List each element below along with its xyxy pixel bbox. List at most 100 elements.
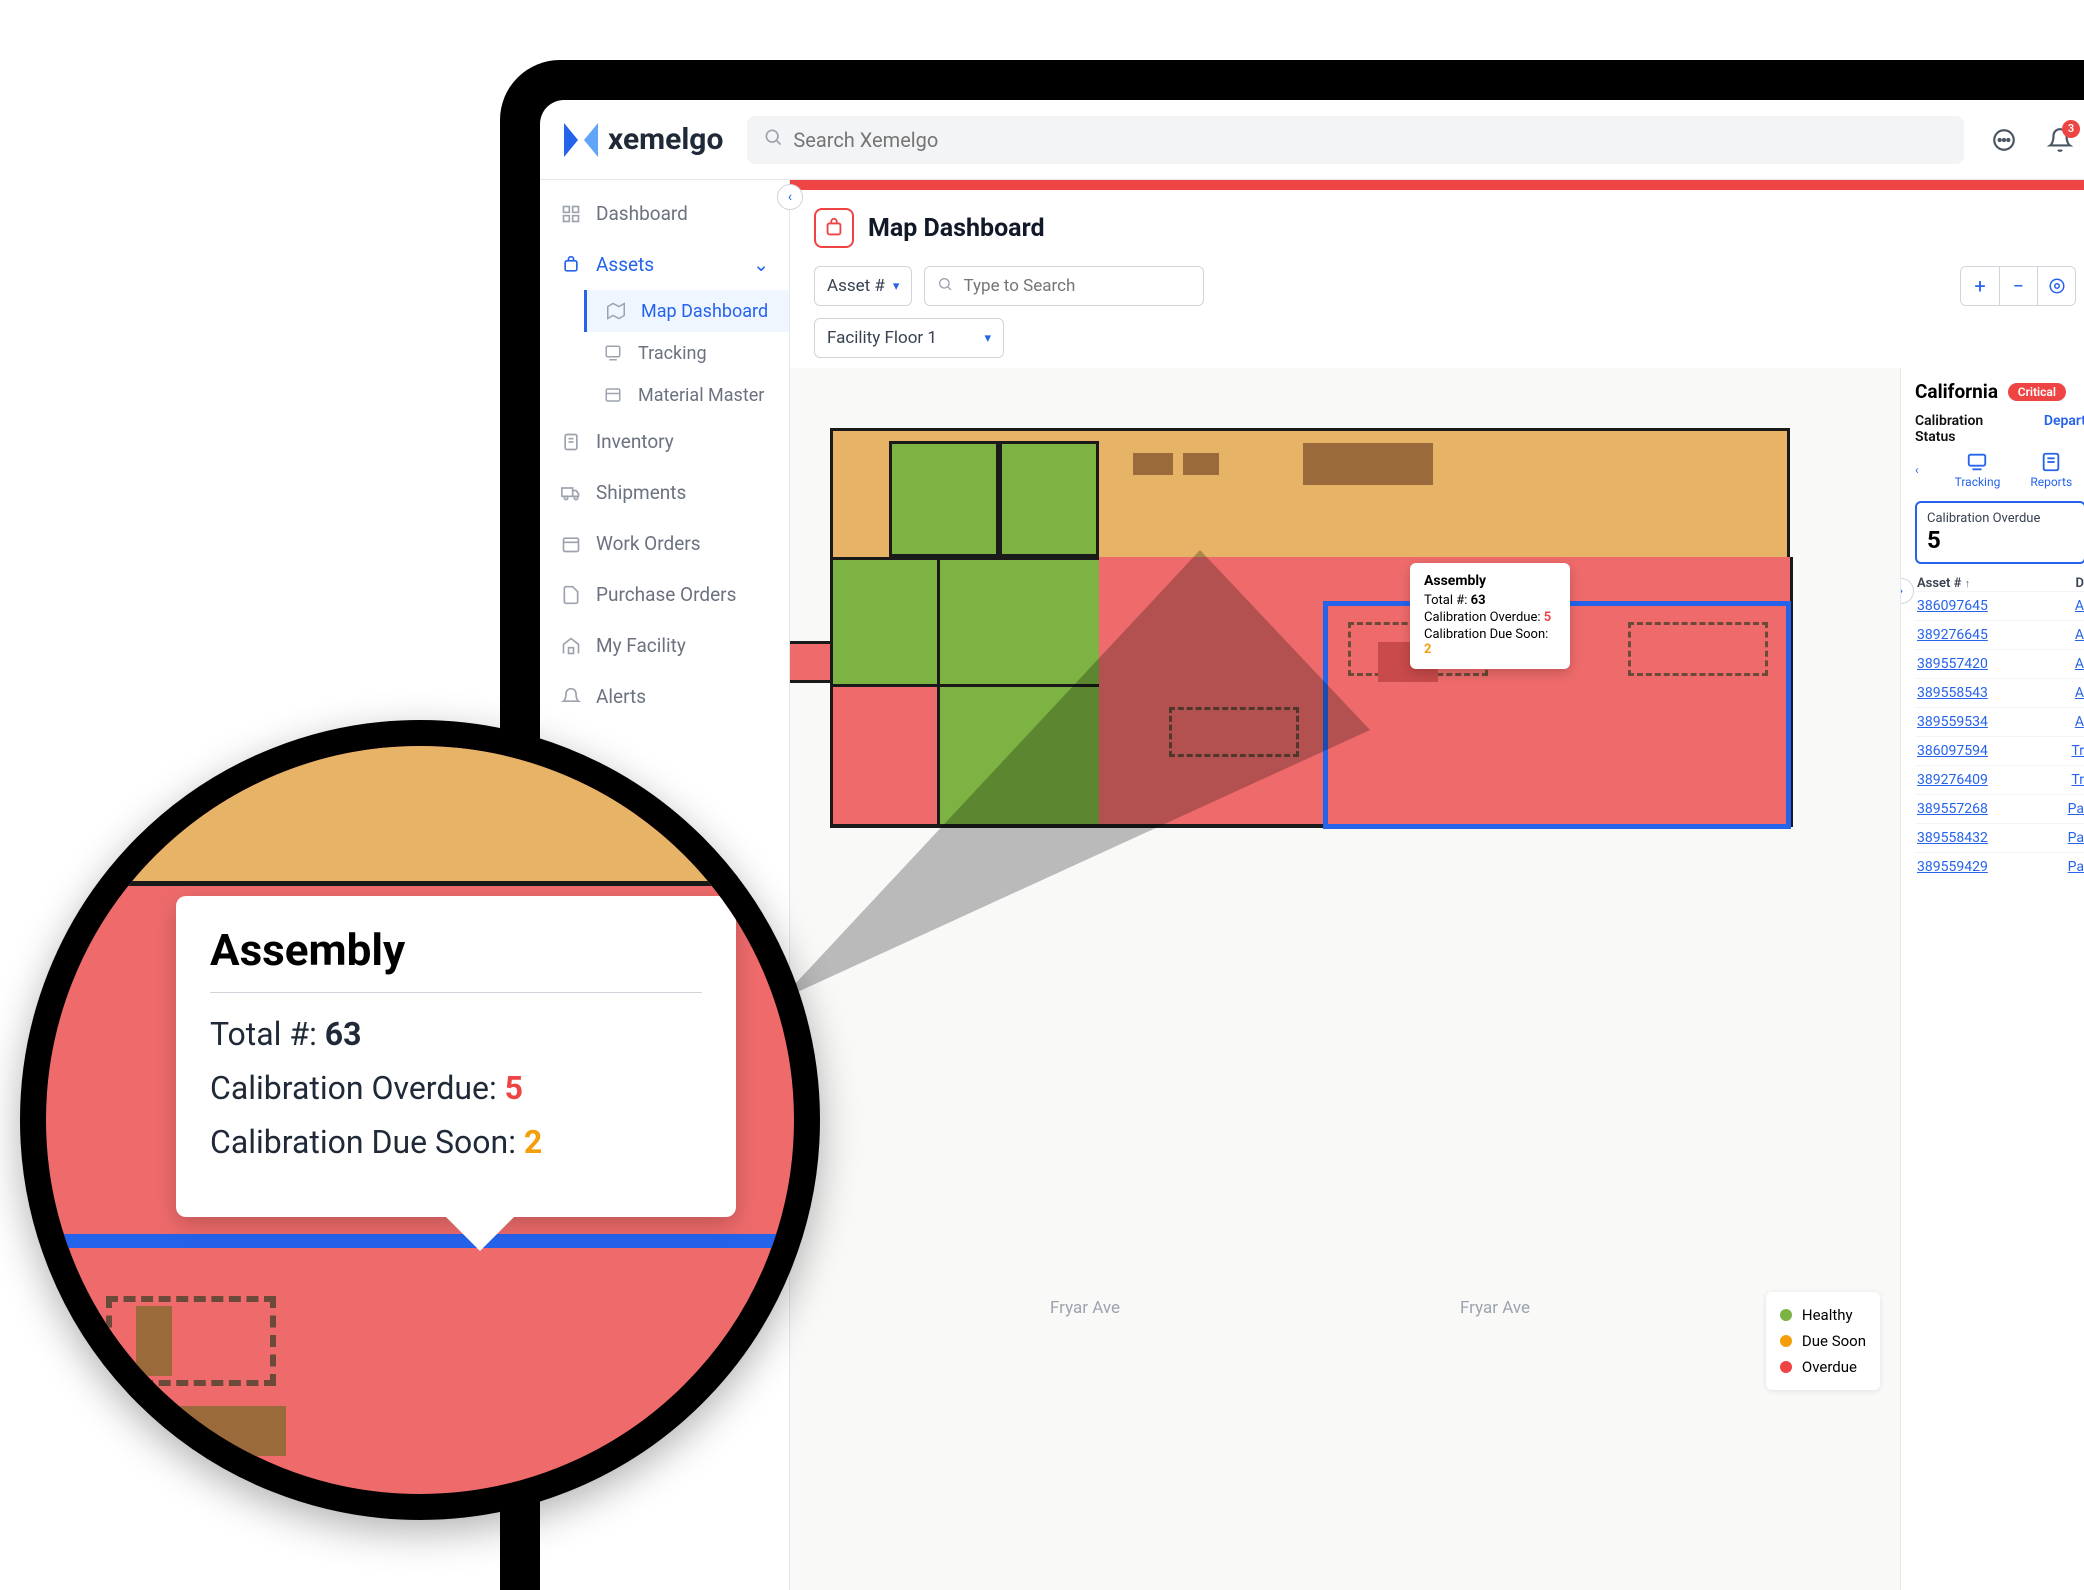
asset-table-row: 386097594 Tr bbox=[1915, 736, 2084, 765]
overdue-card[interactable]: Calibration Overdue 5 bbox=[1915, 501, 2084, 564]
chat-icon[interactable] bbox=[1988, 124, 2020, 156]
legend-dot-healthy bbox=[1780, 1309, 1792, 1321]
status-badge: Critical bbox=[2008, 383, 2066, 401]
recenter-button[interactable] bbox=[2037, 267, 2075, 305]
collapse-panel-button[interactable]: › bbox=[1900, 578, 1914, 604]
sidebar-item-material-master[interactable]: Material Master bbox=[584, 374, 789, 416]
asset-link[interactable]: 389276645 bbox=[1917, 627, 1988, 643]
equipment-marker bbox=[1133, 453, 1173, 475]
tooltip-title: Assembly bbox=[1424, 573, 1556, 589]
magnifier-callout: Assembly Total #: 63 Calibration Overdue… bbox=[20, 720, 820, 1520]
sidebar-item-shipments[interactable]: Shipments bbox=[540, 467, 789, 518]
asset-table-row: 389276409 Tr bbox=[1915, 765, 2084, 794]
sidebar-item-my-facility[interactable]: My Facility bbox=[540, 620, 789, 671]
zoom-out-button[interactable]: − bbox=[1999, 267, 2037, 305]
legend-due-soon: Due Soon bbox=[1780, 1328, 1866, 1354]
asset-d-value[interactable]: A bbox=[2075, 598, 2084, 614]
sidebar-item-purchase-orders[interactable]: Purchase Orders bbox=[540, 569, 789, 620]
asset-d-value[interactable]: A bbox=[2075, 627, 2084, 643]
material-icon bbox=[602, 384, 624, 406]
sidebar-item-inventory[interactable]: Inventory bbox=[540, 416, 789, 467]
card-label: Calibration Overdue bbox=[1927, 511, 2074, 526]
asset-link[interactable]: 389559534 bbox=[1917, 714, 1988, 730]
sidebar-item-work-orders[interactable]: Work Orders bbox=[540, 518, 789, 569]
sidebar-item-label: Map Dashboard bbox=[641, 301, 768, 322]
asset-table-body: 386097645 A 389276645 A 389557420 A 389558543 A… bbox=[1915, 591, 2084, 881]
zone-red-left[interactable] bbox=[830, 684, 940, 827]
page-header: Map Dashboard bbox=[790, 190, 2084, 266]
sidebar-item-alerts[interactable]: Alerts bbox=[540, 671, 789, 722]
asset-link[interactable]: 389557420 bbox=[1917, 656, 1988, 672]
road-label: Fryar Ave bbox=[1460, 1298, 1530, 1318]
notifications-icon[interactable]: 3 bbox=[2044, 124, 2076, 156]
sidebar-item-tracking[interactable]: Tracking bbox=[584, 332, 789, 374]
asset-table-row: 389557268 Pa bbox=[1915, 794, 2084, 823]
asset-d-value[interactable]: Pa bbox=[2068, 830, 2084, 846]
tracking-icon bbox=[602, 342, 624, 364]
tooltip-total-row: Total #: 63 bbox=[1424, 593, 1556, 608]
sidebar-item-label: Shipments bbox=[596, 481, 686, 504]
zone-green-2[interactable] bbox=[999, 441, 1099, 557]
road-label: Fryar Ave bbox=[1050, 1298, 1120, 1318]
asset-d-value[interactable]: Tr bbox=[2071, 772, 2084, 788]
asset-link[interactable]: 389558432 bbox=[1917, 830, 1988, 846]
magnified-selection-edge bbox=[46, 1234, 794, 1248]
icon-tab-tracking[interactable]: Tracking bbox=[1955, 451, 2001, 489]
truck-icon bbox=[560, 482, 582, 504]
panel-header: California Critical bbox=[1915, 380, 2084, 403]
zone-red-ext[interactable] bbox=[790, 641, 833, 683]
asset-link[interactable]: 389559429 bbox=[1917, 859, 1988, 875]
col-asset[interactable]: Asset # ↑ bbox=[1917, 576, 1970, 591]
zone-green-5[interactable] bbox=[937, 684, 1103, 827]
area-dashed bbox=[1169, 707, 1299, 757]
floor-dropdown[interactable]: Facility Floor 1 ▾ bbox=[814, 318, 1004, 358]
asset-table-row: 389559429 Pa bbox=[1915, 852, 2084, 881]
facility-outline bbox=[830, 428, 1790, 828]
map-area[interactable]: Assembly Total #: 63 Calibration Overdue… bbox=[790, 368, 1900, 1590]
magnified-dashed-area bbox=[106, 1296, 276, 1386]
brand-logo[interactable]: xemelgo bbox=[564, 122, 723, 157]
page-icon bbox=[814, 208, 854, 248]
chevron-down-icon: ⌄ bbox=[753, 253, 769, 276]
magnified-total-row: Total #: 63 bbox=[210, 1015, 702, 1053]
sidebar-item-label: Dashboard bbox=[596, 202, 688, 225]
legend-dot-due-soon bbox=[1780, 1335, 1792, 1347]
global-search-input[interactable] bbox=[793, 128, 1948, 152]
tab-depart[interactable]: Depart bbox=[2044, 413, 2084, 445]
collapse-sidebar-button[interactable]: ‹ bbox=[777, 184, 803, 210]
card-value: 5 bbox=[1927, 526, 2074, 554]
asset-search[interactable] bbox=[924, 266, 1204, 306]
asset-link[interactable]: 389557268 bbox=[1917, 801, 1988, 817]
asset-table-row: 386097645 A bbox=[1915, 591, 2084, 620]
brand-logo-mark bbox=[564, 123, 598, 157]
zone-green-4[interactable] bbox=[937, 557, 1103, 687]
asset-table-row: 389276645 A bbox=[1915, 620, 2084, 649]
asset-field-dropdown[interactable]: Asset # ▾ bbox=[814, 266, 912, 306]
asset-d-value[interactable]: A bbox=[2075, 685, 2084, 701]
asset-search-input[interactable] bbox=[963, 276, 1191, 296]
tab-calibration-status[interactable]: Calibration Status bbox=[1915, 413, 2026, 445]
asset-table-row: 389558543 A bbox=[1915, 678, 2084, 707]
asset-d-value[interactable]: Pa bbox=[2068, 859, 2084, 875]
asset-d-value[interactable]: A bbox=[2075, 656, 2084, 672]
global-search[interactable] bbox=[747, 116, 1964, 164]
bell-icon bbox=[560, 686, 582, 708]
asset-d-value[interactable]: A bbox=[2075, 714, 2084, 730]
magnifier-content: Assembly Total #: 63 Calibration Overdue… bbox=[46, 746, 794, 1494]
asset-link[interactable]: 389558543 bbox=[1917, 685, 1988, 701]
zone-green-1[interactable] bbox=[889, 441, 999, 557]
sidebar-item-dashboard[interactable]: Dashboard bbox=[540, 188, 789, 239]
asset-link[interactable]: 389276409 bbox=[1917, 772, 1988, 788]
asset-d-value[interactable]: Tr bbox=[2071, 743, 2084, 759]
scroll-left-icon[interactable]: ‹ bbox=[1915, 463, 1925, 477]
icon-tab-reports[interactable]: Reports bbox=[2030, 451, 2072, 489]
zone-green-3[interactable] bbox=[830, 557, 940, 687]
tracking-icon bbox=[1966, 451, 1988, 473]
sidebar-item-assets[interactable]: Assets ⌄ bbox=[540, 239, 789, 290]
asset-link[interactable]: 386097645 bbox=[1917, 598, 1988, 614]
col-d[interactable]: D bbox=[2076, 576, 2084, 591]
sidebar-item-map-dashboard[interactable]: Map Dashboard bbox=[584, 290, 789, 332]
asset-d-value[interactable]: Pa bbox=[2068, 801, 2084, 817]
asset-link[interactable]: 386097594 bbox=[1917, 743, 1988, 759]
zoom-in-button[interactable]: + bbox=[1961, 267, 1999, 305]
